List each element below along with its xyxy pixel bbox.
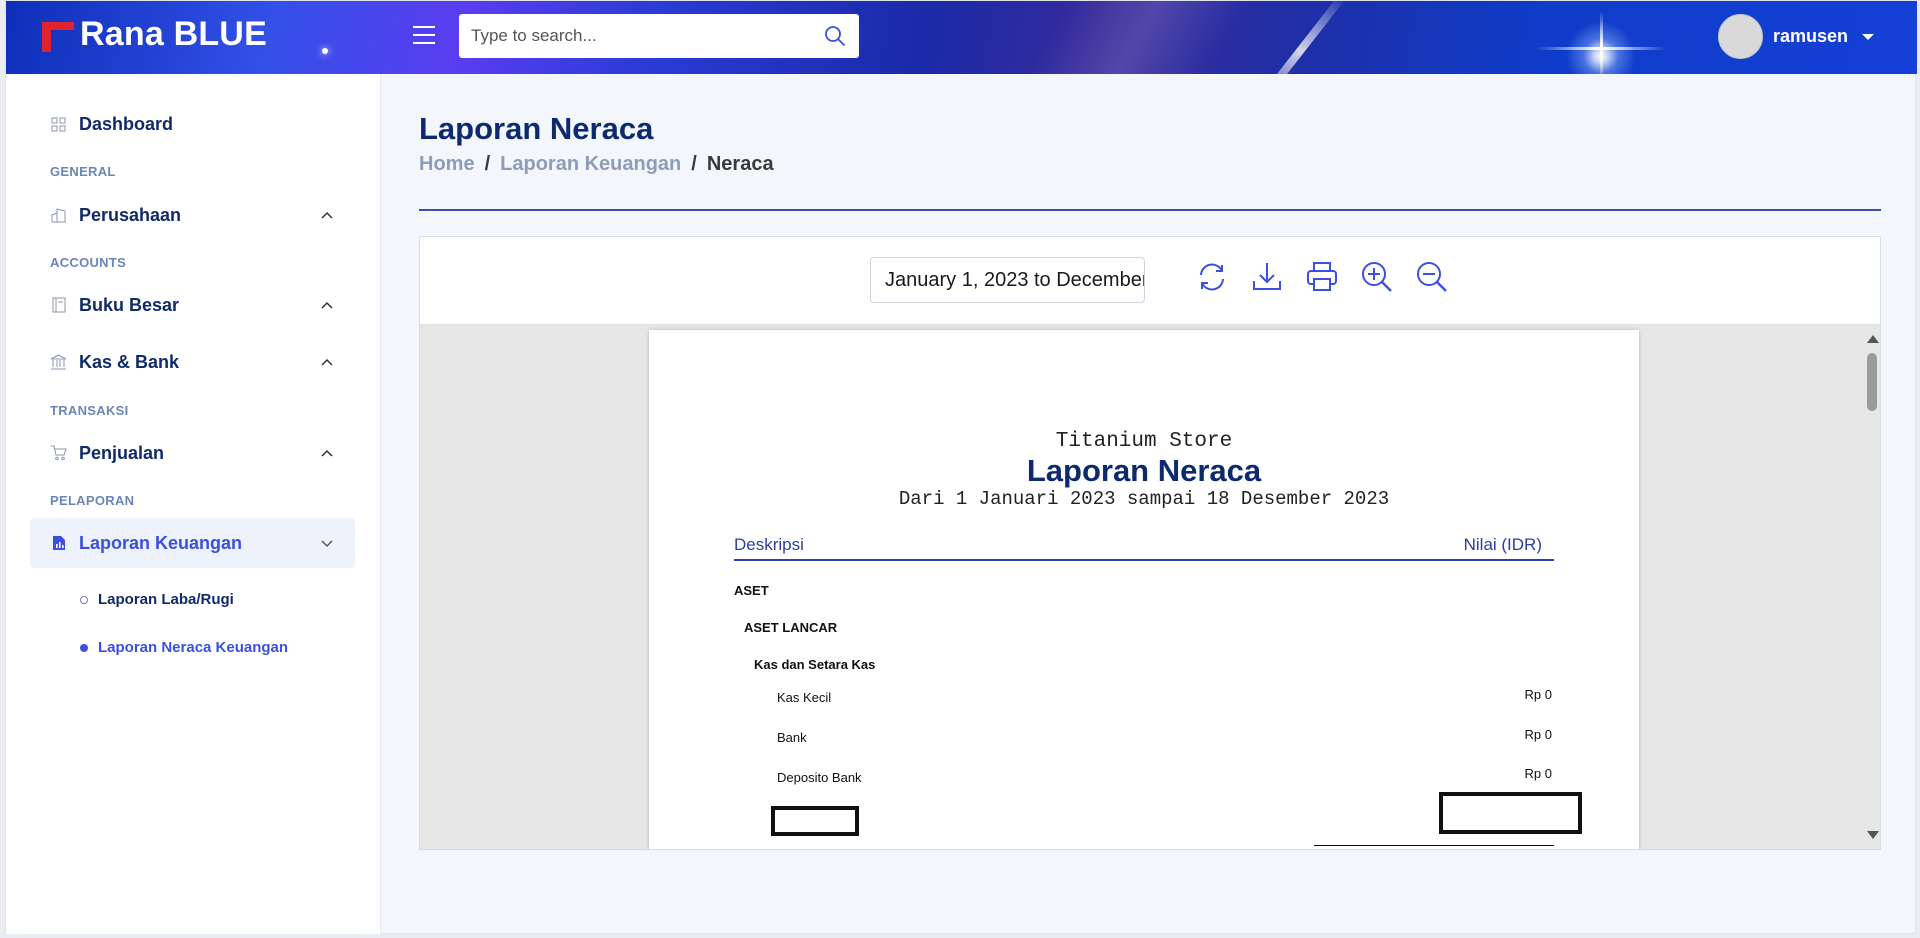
chevron-down-icon: [321, 540, 333, 548]
section-transaksi: TRANSAKSI: [50, 403, 129, 418]
bank-icon: [50, 354, 67, 371]
report-table-header: Deskripsi Nilai (IDR): [734, 535, 1554, 561]
scroll-thumb[interactable]: [1867, 353, 1877, 411]
report-card: January 1, 2023 to December 18, 2023: [419, 236, 1881, 850]
report-row-label: Deposito Bank: [777, 770, 862, 785]
report-row-value: Rp 0: [1524, 687, 1552, 702]
search-icon[interactable]: [823, 24, 847, 48]
report-file-icon: [50, 535, 67, 552]
report-row-label: Bank: [777, 730, 807, 745]
report-page: Titanium Store Laporan Neraca Dari 1 Jan…: [649, 330, 1639, 849]
report-section-aset-lancar: ASET LANCAR: [744, 620, 838, 635]
scroll-down-icon[interactable]: [1867, 831, 1879, 839]
chevron-up-icon: [321, 449, 333, 457]
brand-name: Rana BLUE: [80, 15, 267, 53]
page-title: Laporan Neraca: [419, 111, 654, 146]
report-row-value: Rp 0: [1524, 766, 1552, 781]
section-pelaporan: PELAPORAN: [50, 493, 135, 508]
subtotal-rule: [1314, 845, 1554, 846]
report-group-kas: Kas dan Setara Kas: [754, 657, 876, 672]
report-period: Dari 1 Januari 2023 sampai 18 Desember 2…: [898, 488, 1390, 510]
bullet-icon: [80, 595, 88, 604]
report-viewer[interactable]: Titanium Store Laporan Neraca Dari 1 Jan…: [420, 325, 1880, 849]
sidebar-subitem-label: Laporan Neraca Keuangan: [98, 639, 289, 656]
breadcrumb-laporan-keuangan[interactable]: Laporan Keuangan: [500, 153, 681, 176]
zoom-in-icon[interactable]: [1357, 257, 1397, 297]
scroll-up-icon[interactable]: [1867, 335, 1879, 343]
sidebar-item-kas-bank[interactable]: Kas & Bank: [30, 337, 355, 387]
search-box: [459, 14, 859, 58]
chevron-up-icon: [321, 301, 333, 309]
breadcrumb-current: Neraca: [706, 153, 774, 175]
refresh-icon[interactable]: [1192, 257, 1232, 297]
section-accounts: ACCOUNTS: [50, 255, 127, 270]
hamburger-menu-icon[interactable]: [413, 26, 435, 46]
column-header-description: Deskripsi: [734, 535, 804, 554]
grid-icon: [50, 116, 67, 133]
sidebar-item-dashboard[interactable]: Dashboard: [30, 99, 355, 149]
top-bar: Rana BLUE ramusen: [6, 1, 1917, 74]
report-store-name: Titanium Store: [1055, 430, 1233, 453]
sidebar: Dashboard GENERAL Perusahaan ACCOUNTS Bu…: [6, 74, 381, 934]
bullet-icon: [80, 643, 88, 652]
user-name: ramusen: [1773, 26, 1849, 46]
sidebar-item-label: Buku Besar: [79, 294, 180, 315]
zoom-out-icon[interactable]: [1412, 257, 1452, 297]
print-icon[interactable]: [1302, 257, 1342, 297]
sidebar-subitem-label: Laporan Laba/Rugi: [98, 591, 234, 608]
search-input[interactable]: [471, 26, 823, 46]
building-icon: [50, 207, 67, 224]
sidebar-item-perusahaan[interactable]: Perusahaan: [30, 190, 355, 240]
download-icon[interactable]: [1247, 257, 1287, 297]
brand[interactable]: Rana BLUE: [42, 15, 267, 54]
report-title: Laporan Neraca: [1026, 453, 1262, 488]
divider: [419, 209, 1881, 211]
column-header-value: Nilai (IDR): [1463, 535, 1542, 554]
breadcrumb-separator: /: [484, 153, 491, 175]
section-general: GENERAL: [50, 164, 116, 179]
redacted-box: [771, 806, 859, 836]
sidebar-subitem-neraca[interactable]: Laporan Neraca Keuangan: [80, 639, 288, 656]
redacted-box: [1439, 792, 1582, 834]
chevron-up-icon: [321, 211, 333, 219]
cart-icon: [50, 445, 67, 462]
avatar: [1718, 14, 1763, 59]
sidebar-item-label: Dashboard: [79, 113, 174, 134]
sidebar-item-penjualan[interactable]: Penjualan: [30, 428, 355, 478]
date-range-input[interactable]: January 1, 2023 to December 18, 2023: [870, 257, 1145, 303]
sidebar-item-buku-besar[interactable]: Buku Besar: [30, 280, 355, 330]
report-row-value: Rp 0: [1524, 727, 1552, 742]
breadcrumb: Home / Laporan Keuangan / Neraca: [419, 153, 774, 176]
report-toolbar: January 1, 2023 to December 18, 2023: [420, 237, 1880, 325]
breadcrumb-home[interactable]: Home: [419, 153, 475, 176]
brand-logo-icon: [42, 18, 74, 52]
app-frame: Rana BLUE ramusen Dashboard GENERAL: [5, 0, 1917, 934]
user-menu[interactable]: ramusen: [1718, 14, 1875, 59]
book-icon: [50, 297, 67, 314]
sidebar-item-label: Kas & Bank: [79, 351, 180, 372]
report-section-aset: ASET: [734, 583, 769, 598]
breadcrumb-separator: /: [691, 153, 697, 175]
sidebar-item-label: Penjualan: [79, 442, 165, 463]
sidebar-subitem-laba-rugi[interactable]: Laporan Laba/Rugi: [80, 591, 234, 608]
sidebar-item-label: Laporan Keuangan: [79, 532, 243, 553]
viewer-scrollbar[interactable]: [1863, 325, 1880, 849]
report-row-label: Kas Kecil: [777, 690, 832, 705]
sidebar-item-laporan-keuangan[interactable]: Laporan Keuangan: [30, 518, 355, 568]
chevron-down-icon: [1862, 33, 1875, 40]
sidebar-item-label: Perusahaan: [79, 204, 182, 225]
chevron-up-icon: [321, 358, 333, 366]
